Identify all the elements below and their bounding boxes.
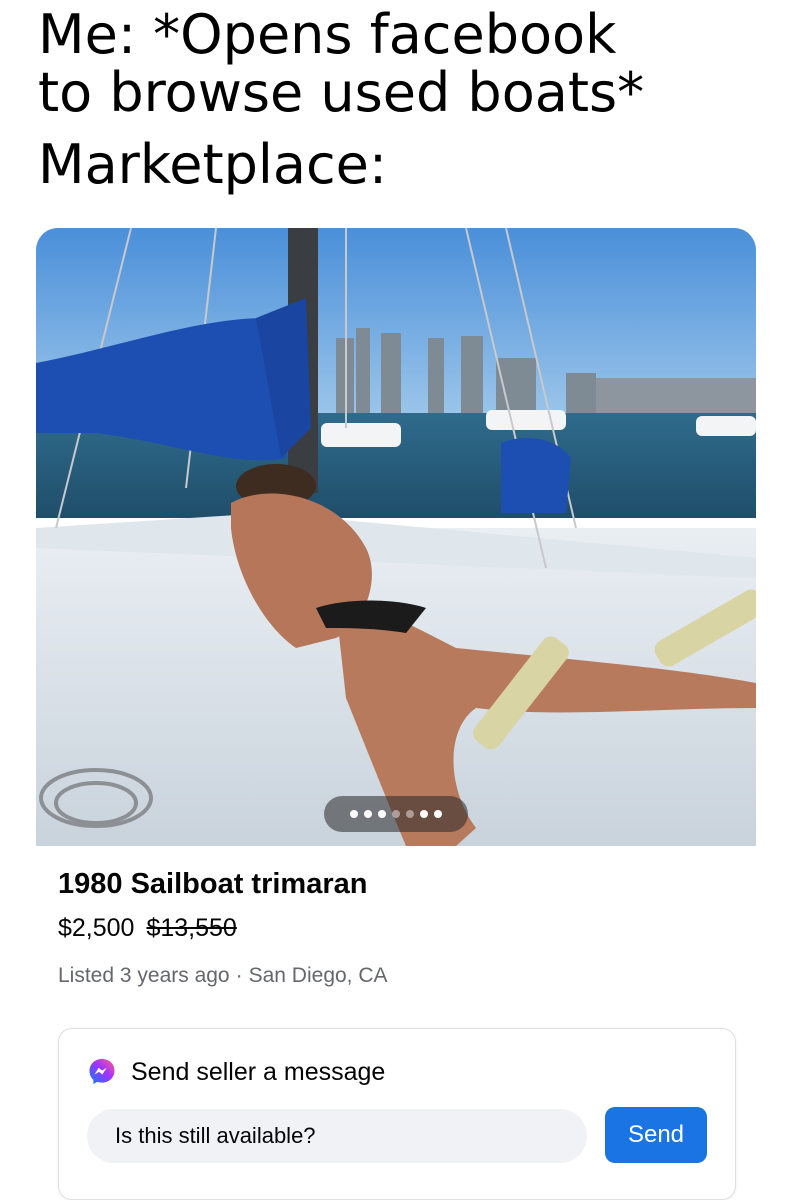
meme-caption: Me: *Opens facebook to browse used boats… [38,6,778,194]
listed-time: Listed 3 years ago [58,964,230,987]
carousel-dot[interactable] [350,810,358,818]
carousel-dot[interactable] [392,810,400,818]
caption-line-2: to browse used boats* [38,61,645,124]
message-header-label: Send seller a message [131,1057,386,1086]
photo-carousel-indicator[interactable] [324,796,468,832]
messenger-icon [89,1059,115,1084]
original-price: $13,550 [146,914,237,942]
send-button[interactable]: Send [605,1107,707,1163]
listing-price: $2,500 [58,914,135,942]
carousel-dot[interactable] [434,810,442,818]
listing-location[interactable]: San Diego, CA [249,964,388,987]
carousel-dot[interactable] [406,810,414,818]
carousel-dot[interactable] [378,810,386,818]
message-header: Send seller a message [87,1057,385,1087]
message-seller-card: Send seller a message Send [58,1028,736,1200]
price-row: $2,500 $13,550 [58,914,237,943]
carousel-dot[interactable] [420,810,428,818]
meta-separator: · [235,964,243,987]
caption-line-3: Marketplace: [38,133,388,196]
listing-photo[interactable] [36,228,756,846]
listing-title: 1980 Sailboat trimaran [58,868,368,900]
message-input[interactable] [87,1109,587,1163]
listing-meta: Listed 3 years ago · San Diego, CA [58,964,388,988]
carousel-dot[interactable] [364,810,372,818]
caption-line-1: Me: *Opens facebook [38,3,617,66]
listing-photo-image [36,228,756,846]
